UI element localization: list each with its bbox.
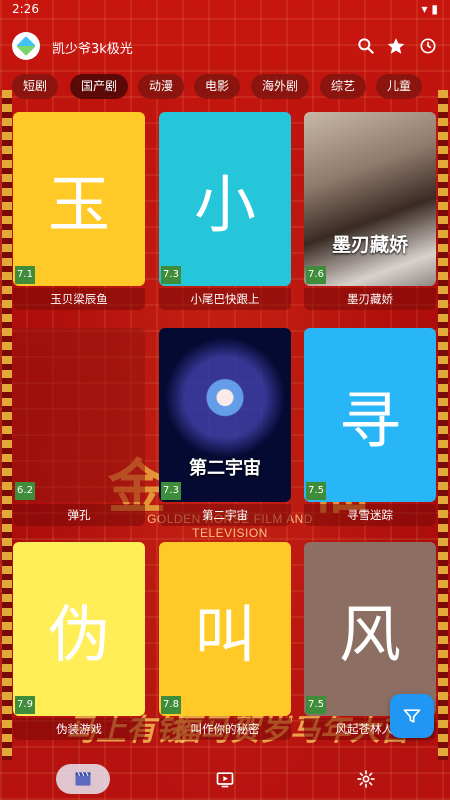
score-badge: 7.5: [306, 482, 326, 500]
nav-player[interactable]: [212, 764, 238, 794]
background-frame-right: [438, 90, 448, 760]
video-title: 伪装游戏: [13, 718, 145, 740]
filter-icon: [403, 709, 421, 723]
score-badge: 7.3: [161, 266, 181, 284]
cube-icon: [16, 36, 36, 56]
score-badge: 7.6: [306, 266, 326, 284]
play-screen-icon: [216, 772, 234, 788]
poster-char: 风: [338, 598, 401, 671]
poster-char: 玉: [47, 168, 110, 241]
tab-movie[interactable]: 电影: [194, 74, 241, 99]
video-title: 弹孔: [13, 504, 145, 526]
filter-button[interactable]: [390, 694, 434, 738]
status-icons: ▾ ▮: [421, 2, 438, 16]
score-badge: 7.5: [306, 696, 326, 714]
nav-library[interactable]: [56, 764, 110, 794]
score-badge: 7.1: [15, 266, 35, 284]
score-badge: 7.9: [15, 696, 35, 714]
poster-placeholder: 叫: [159, 542, 291, 716]
poster-title-art: 第二宇宙: [189, 458, 261, 479]
video-title: 小尾巴快跟上: [159, 288, 291, 310]
app-title: 凯少爷3k极光: [52, 42, 133, 57]
video-title: 第二宇宙: [159, 504, 291, 526]
status-time: 2:26: [12, 2, 39, 16]
poster-char: 伪: [47, 598, 110, 671]
poster-char: 叫: [193, 598, 256, 671]
poster-placeholder: [13, 328, 145, 502]
history-icon: [420, 38, 436, 54]
category-tabs: 短剧 国产剧 动漫 电影 海外剧 综艺 儿童: [0, 74, 450, 100]
tab-short-drama[interactable]: 短剧: [12, 74, 59, 99]
poster-placeholder: 小: [159, 112, 291, 286]
video-title: 墨刃藏娇: [304, 288, 436, 310]
search-button[interactable]: [354, 34, 378, 58]
poster-char: 寻: [338, 384, 401, 457]
poster-title-art: 墨刃藏娇: [331, 234, 408, 256]
poster-placeholder: 寻: [304, 328, 436, 502]
tab-domestic-drama[interactable]: 国产剧: [70, 74, 129, 99]
tab-anime[interactable]: 动漫: [138, 74, 185, 99]
score-badge: 6.2: [15, 482, 35, 500]
tab-variety[interactable]: 综艺: [320, 74, 367, 99]
app-bar: 凯少爷3k极光: [0, 26, 450, 66]
background-frame-left: [2, 90, 12, 760]
favorites-button[interactable]: [384, 34, 408, 58]
video-title: 叫作你的秘密: [159, 718, 291, 740]
poster-image: 第二宇宙: [159, 328, 291, 502]
app-logo: [12, 32, 40, 60]
search-icon: [358, 38, 374, 54]
nav-settings[interactable]: [353, 764, 379, 794]
poster-char: 小: [193, 168, 256, 241]
video-title: 玉贝梁辰鱼: [13, 288, 145, 310]
star-icon: [387, 38, 405, 54]
status-bar: 2:26 ▾ ▮: [0, 0, 450, 20]
bottom-navigation: [0, 762, 450, 800]
poster-image: 墨刃藏娇: [304, 112, 436, 286]
score-badge: 7.8: [161, 696, 181, 714]
clapperboard-icon: [75, 772, 91, 786]
tab-kids[interactable]: 儿童: [376, 74, 423, 99]
poster-placeholder: 风: [304, 542, 436, 716]
poster-placeholder: 伪: [13, 542, 145, 716]
history-button[interactable]: [416, 34, 440, 58]
video-title: 寻雪迷踪: [304, 504, 436, 526]
poster-placeholder: 玉: [13, 112, 145, 286]
score-badge: 7.3: [161, 482, 181, 500]
settings-icon: [357, 770, 375, 788]
tab-overseas-drama[interactable]: 海外剧: [251, 74, 310, 99]
